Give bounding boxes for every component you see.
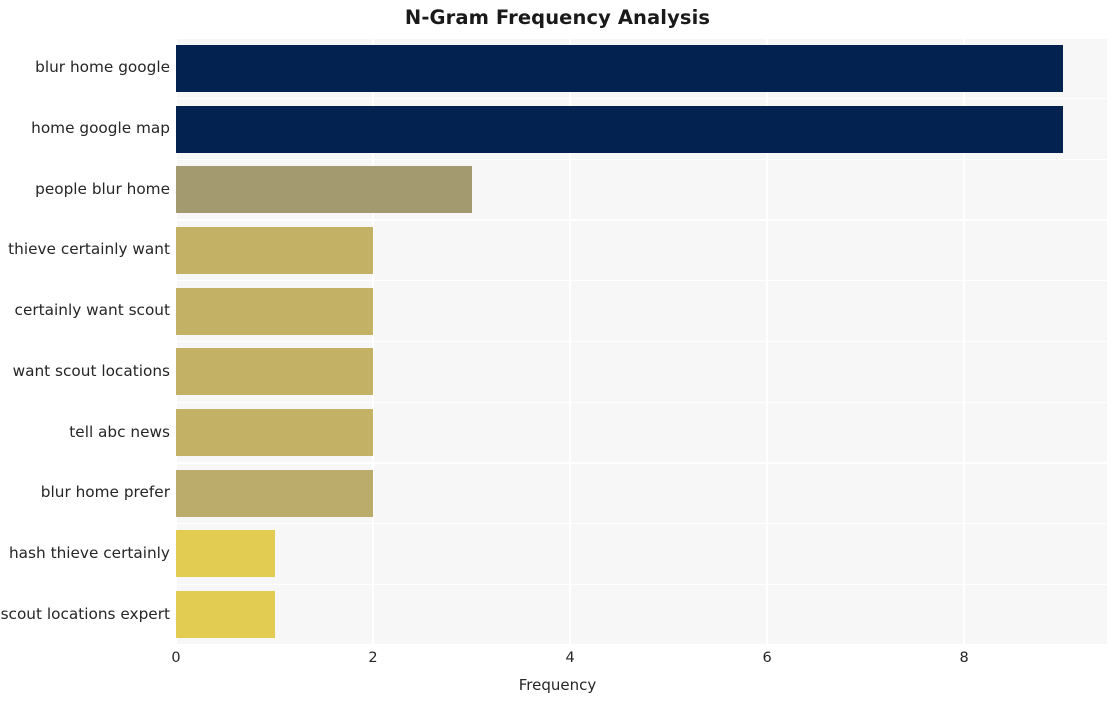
y-axis-tick-label: scout locations expert bbox=[0, 604, 170, 623]
x-axis-label: Frequency bbox=[518, 676, 597, 694]
y-axis-tick-label: want scout locations bbox=[12, 361, 170, 380]
y-axis-tick-label: certainly want scout bbox=[14, 301, 170, 320]
y-axis-tick-label: blur home google bbox=[35, 58, 170, 77]
gridline-horizontal-2 bbox=[176, 158, 1107, 161]
gridline-horizontal-6 bbox=[176, 401, 1107, 403]
bar bbox=[176, 469, 374, 517]
x-axis-tick-label: 6 bbox=[762, 650, 772, 666]
bar bbox=[176, 44, 1063, 92]
y-axis-tick-label: home google map bbox=[31, 119, 170, 138]
x-axis-tick-label: 4 bbox=[565, 650, 575, 666]
y-axis-tick-label: thieve certainly want bbox=[8, 240, 170, 259]
bar bbox=[176, 530, 275, 578]
bar bbox=[176, 166, 472, 214]
chart-title: N-Gram Frequency Analysis bbox=[404, 6, 711, 29]
bar bbox=[176, 287, 374, 335]
gridline-horizontal-4 bbox=[176, 280, 1107, 282]
chart-figure: N-Gram Frequency Analysis blur home goog… bbox=[0, 0, 1115, 701]
bar bbox=[176, 409, 374, 457]
gridline-horizontal-10 bbox=[176, 644, 1107, 646]
gridline-horizontal-8 bbox=[176, 522, 1107, 525]
gridline-horizontal-0 bbox=[176, 37, 1107, 39]
gridline-horizontal-3 bbox=[176, 219, 1107, 221]
x-axis-tick-label: 2 bbox=[368, 650, 378, 666]
y-axis-tick-label: tell abc news bbox=[69, 422, 170, 441]
bar bbox=[176, 591, 275, 639]
y-axis-tick-label: blur home prefer bbox=[40, 483, 170, 502]
bar bbox=[176, 226, 374, 274]
gridline-horizontal-7 bbox=[176, 462, 1107, 464]
x-axis-tick-label: 0 bbox=[171, 650, 181, 666]
gridline-horizontal-1 bbox=[176, 98, 1107, 100]
gridline-horizontal-9 bbox=[176, 583, 1107, 585]
gridline-horizontal-5 bbox=[176, 340, 1107, 343]
x-axis-tick-label: 8 bbox=[959, 650, 969, 666]
y-axis-tick-label: hash thieve certainly bbox=[8, 543, 170, 562]
bar bbox=[176, 105, 1063, 153]
plot-area bbox=[175, 37, 1107, 646]
bar bbox=[176, 348, 374, 396]
y-axis-tick-label: people blur home bbox=[35, 179, 170, 198]
